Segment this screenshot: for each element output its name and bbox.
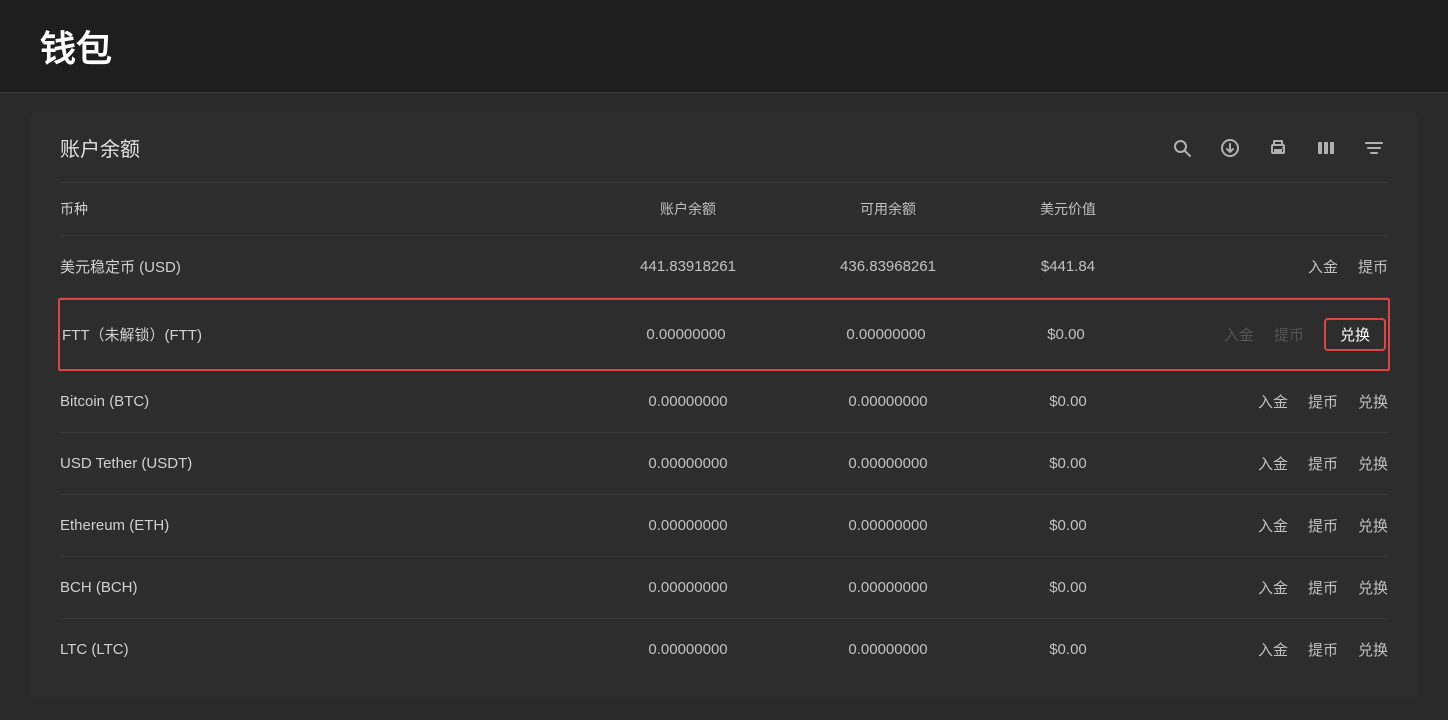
header-currency: 币种 [60, 199, 588, 219]
table-row: LTC (LTC) 0.00000000 0.00000000 $0.00 入金… [60, 619, 1388, 680]
table-header: 币种 账户余额 可用余额 美元价值 [60, 183, 1388, 236]
usd-value: $0.00 [988, 393, 1148, 410]
table-row: 美元稳定币 (USD) 441.83918261 436.83968261 $4… [60, 236, 1388, 298]
available-value: 0.00000000 [788, 517, 988, 534]
section-header: 账户余额 [60, 133, 1388, 183]
balance-value: 0.00000000 [586, 326, 786, 343]
withdraw-button[interactable]: 提币 [1308, 515, 1338, 536]
page-title: 钱包 [40, 20, 1408, 72]
deposit-button[interactable]: 入金 [1308, 256, 1338, 277]
balance-table: 币种 账户余额 可用余额 美元价值 美元稳定币 (USD) 441.839182… [60, 183, 1388, 680]
usd-value: $0.00 [988, 641, 1148, 658]
deposit-button[interactable]: 入金 [1258, 577, 1288, 598]
balance-value: 0.00000000 [588, 579, 788, 596]
convert-button[interactable]: 兑换 [1358, 515, 1388, 536]
usd-value: $0.00 [988, 517, 1148, 534]
header-balance: 账户余额 [588, 199, 788, 219]
row-actions: 入金 提币 兑换 [1146, 318, 1386, 351]
available-value: 0.00000000 [788, 393, 988, 410]
currency-name: LTC (LTC) [60, 641, 588, 658]
currency-name: 美元稳定币 (USD) [60, 256, 588, 277]
deposit-button[interactable]: 入金 [1258, 391, 1288, 412]
currency-name: USD Tether (USDT) [60, 455, 588, 472]
row-actions: 入金 提币 兑换 [1148, 391, 1388, 412]
content-area: 账户余额 [30, 113, 1418, 700]
withdraw-button[interactable]: 提币 [1308, 639, 1338, 660]
header-available: 可用余额 [788, 199, 988, 219]
available-value: 436.83968261 [788, 258, 988, 275]
currency-name: FTT（未解锁）(FTT) [62, 324, 586, 345]
convert-button[interactable]: 兑换 [1324, 318, 1386, 351]
withdraw-button[interactable]: 提币 [1308, 391, 1338, 412]
balance-value: 0.00000000 [588, 517, 788, 534]
convert-button[interactable]: 兑换 [1358, 639, 1388, 660]
row-actions: 入金 提币 [1148, 256, 1388, 277]
row-actions: 入金 提币 兑换 [1148, 577, 1388, 598]
usd-value: $0.00 [986, 326, 1146, 343]
deposit-button[interactable]: 入金 [1258, 639, 1288, 660]
deposit-button: 入金 [1224, 324, 1254, 345]
convert-button[interactable]: 兑换 [1358, 453, 1388, 474]
balance-value: 0.00000000 [588, 455, 788, 472]
usd-value: $0.00 [988, 579, 1148, 596]
download-icon[interactable] [1216, 134, 1244, 162]
page-header: 钱包 [0, 0, 1448, 93]
search-icon[interactable] [1168, 134, 1196, 162]
currency-name: Ethereum (ETH) [60, 517, 588, 534]
toolbar-icons [1168, 134, 1388, 162]
usd-value: $441.84 [988, 258, 1148, 275]
usd-value: $0.00 [988, 455, 1148, 472]
columns-icon[interactable] [1312, 134, 1340, 162]
table-row: FTT（未解锁）(FTT) 0.00000000 0.00000000 $0.0… [58, 298, 1390, 371]
currency-name: Bitcoin (BTC) [60, 393, 588, 410]
balance-value: 0.00000000 [588, 641, 788, 658]
withdraw-button[interactable]: 提币 [1308, 453, 1338, 474]
deposit-button[interactable]: 入金 [1258, 515, 1288, 536]
withdraw-button[interactable]: 提币 [1358, 256, 1388, 277]
row-actions: 入金 提币 兑换 [1148, 453, 1388, 474]
balance-value: 0.00000000 [588, 393, 788, 410]
filter-icon[interactable] [1360, 134, 1388, 162]
table-row: Bitcoin (BTC) 0.00000000 0.00000000 $0.0… [60, 371, 1388, 433]
available-value: 0.00000000 [788, 579, 988, 596]
withdraw-button[interactable]: 提币 [1308, 577, 1338, 598]
withdraw-button: 提币 [1274, 324, 1304, 345]
table-row: BCH (BCH) 0.00000000 0.00000000 $0.00 入金… [60, 557, 1388, 619]
convert-button[interactable]: 兑换 [1358, 391, 1388, 412]
section-title: 账户余额 [60, 133, 140, 162]
balance-value: 441.83918261 [588, 258, 788, 275]
header-actions [1148, 199, 1388, 219]
table-row: Ethereum (ETH) 0.00000000 0.00000000 $0.… [60, 495, 1388, 557]
row-actions: 入金 提币 兑换 [1148, 515, 1388, 536]
available-value: 0.00000000 [788, 455, 988, 472]
convert-button[interactable]: 兑换 [1358, 577, 1388, 598]
currency-name: BCH (BCH) [60, 579, 588, 596]
deposit-button[interactable]: 入金 [1258, 453, 1288, 474]
table-row: USD Tether (USDT) 0.00000000 0.00000000 … [60, 433, 1388, 495]
row-actions: 入金 提币 兑换 [1148, 639, 1388, 660]
available-value: 0.00000000 [788, 641, 988, 658]
print-icon[interactable] [1264, 134, 1292, 162]
available-value: 0.00000000 [786, 326, 986, 343]
header-usd-value: 美元价值 [988, 199, 1148, 219]
